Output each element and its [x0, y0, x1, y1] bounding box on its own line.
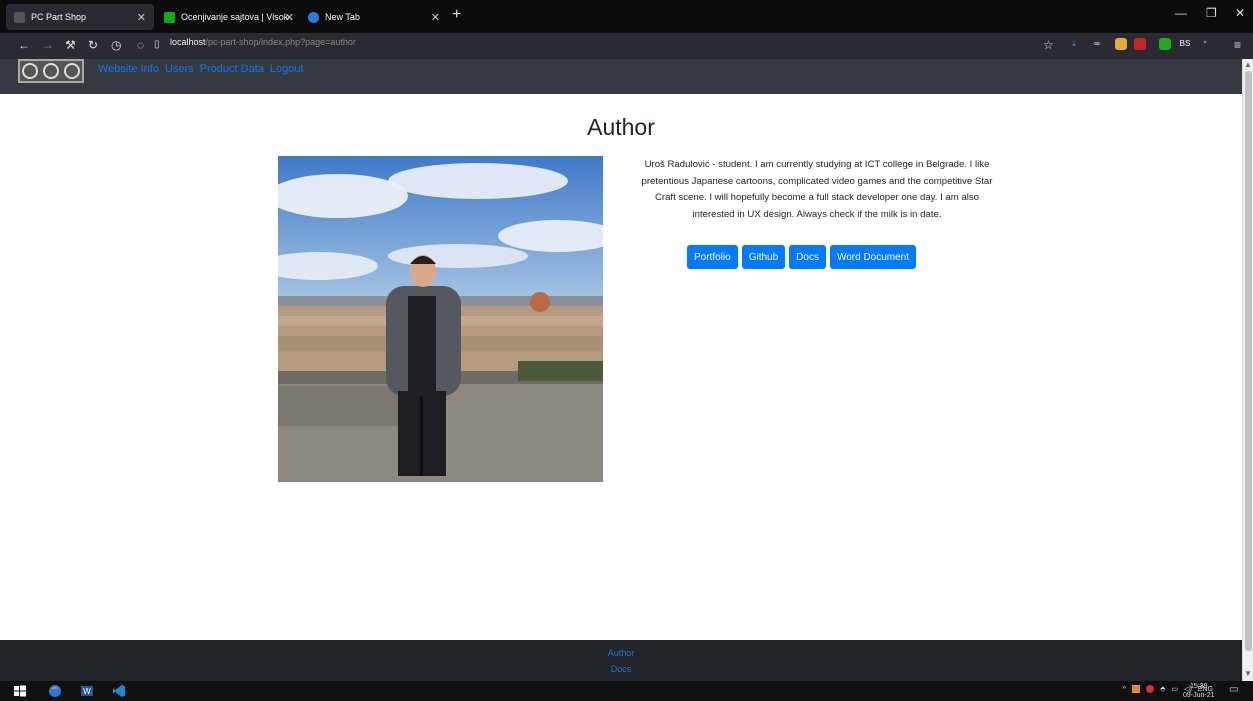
extension-icon[interactable] — [1115, 38, 1127, 50]
close-tab-icon[interactable]: ✕ — [137, 11, 146, 24]
tab-title: PC Part Shop — [31, 12, 87, 22]
page-scrollbar[interactable]: ▲ ▼ — [1242, 59, 1253, 681]
author-links: Portfolio Github Docs Word Document — [687, 245, 917, 269]
minimize-icon[interactable]: — — [1175, 6, 1187, 20]
clock-time: 15:39 — [1190, 683, 1208, 690]
maximize-icon[interactable]: ❐ — [1206, 6, 1217, 20]
page-icon: ▯ — [154, 39, 160, 50]
tab-title: New Tab — [325, 12, 360, 22]
word-taskbar-icon[interactable]: W — [80, 684, 94, 698]
download-icon[interactable]: ⤓ — [1068, 38, 1080, 50]
tab-ocenjivanje[interactable]: Ocenjivanje sajtova | Visoka ICT ✕ — [156, 4, 302, 30]
site-nav-links: Website Info Users Product Data Logout — [98, 63, 304, 75]
word-document-button[interactable]: Word Document — [829, 245, 917, 269]
footer-link-author[interactable]: Author — [0, 645, 1242, 661]
close-window-icon[interactable]: ✕ — [1235, 6, 1245, 20]
footer-link-docs[interactable]: Docs — [0, 661, 1242, 677]
windows-taskbar: W ^ ⬘ ▭ ◁) ENG 15:39 09-Jun-21 ▭ — [0, 681, 1253, 701]
tray-app-icon[interactable] — [1146, 685, 1155, 693]
reload-icon[interactable]: ↻ — [88, 38, 98, 52]
docs-button[interactable]: Docs — [789, 245, 826, 269]
portfolio-button[interactable]: Portfolio — [687, 245, 738, 269]
firefox-icon — [308, 11, 319, 23]
url-host: localhost — [170, 37, 206, 47]
extension-icon[interactable]: ⁺ — [1199, 38, 1211, 50]
extension-icon[interactable]: ∞ — [1091, 38, 1103, 50]
extension-icon[interactable]: BS — [1179, 38, 1191, 50]
browser-tab-bar: PC Part Shop ✕ Ocenjivanje sajtova | Vis… — [0, 0, 1253, 33]
shield-icon[interactable]: ◌ — [137, 38, 144, 52]
new-tab-icon[interactable]: + — [452, 6, 461, 24]
back-icon[interactable]: ← — [18, 38, 30, 52]
page-title: Author — [587, 114, 655, 140]
history-icon[interactable]: ◷ — [111, 38, 121, 52]
notification-icon[interactable]: ▭ — [1229, 684, 1238, 695]
network-icon[interactable]: ▭ — [1171, 685, 1178, 693]
taskbar-clock[interactable]: 15:39 09-Jun-21 — [1183, 682, 1215, 700]
site-favicon-icon — [14, 11, 25, 23]
github-button[interactable]: Github — [741, 245, 786, 269]
site-logo[interactable] — [18, 59, 84, 83]
extension-icon[interactable] — [1134, 38, 1146, 50]
close-tab-icon[interactable]: ✕ — [431, 11, 440, 24]
url-path: /pc-part-shop/index.php?page=author — [205, 37, 356, 47]
menu-icon[interactable]: ≡ — [1234, 38, 1241, 52]
tab-title: Ocenjivanje sajtova | Visoka ICT — [181, 12, 289, 22]
bookmark-star-icon[interactable]: ☆ — [1043, 38, 1054, 52]
dropbox-icon[interactable]: ⬘ — [1160, 685, 1165, 693]
author-photo — [278, 156, 603, 482]
windows-start-icon[interactable] — [13, 684, 27, 698]
nav-link-product-data[interactable]: Product Data — [200, 63, 264, 75]
chevron-up-icon[interactable]: ^ — [1123, 686, 1126, 693]
forward-icon[interactable]: → — [42, 38, 54, 52]
site-footer: Author Docs — [0, 640, 1242, 681]
scroll-up-icon[interactable]: ▲ — [1244, 60, 1252, 69]
nav-link-website-info[interactable]: Website Info — [98, 63, 159, 75]
tools-icon[interactable]: ⚒ — [65, 38, 76, 52]
clock-date: 09-Jun-21 — [1183, 692, 1215, 699]
site-navbar: Website Info Users Product Data Logout — [0, 59, 1242, 94]
nav-link-logout[interactable]: Logout — [270, 63, 304, 75]
tab-pc-part-shop[interactable]: PC Part Shop ✕ — [6, 4, 154, 30]
firefox-taskbar-icon[interactable] — [48, 684, 62, 698]
scroll-thumb[interactable] — [1245, 71, 1252, 651]
browser-toolbar: ← → ⚒ ↻ ◷ ◌ ▯ localhost/pc-part-shop/ind… — [0, 33, 1253, 59]
extension-icon[interactable] — [1159, 38, 1171, 50]
url-bar[interactable]: localhost/pc-part-shop/index.php?page=au… — [170, 37, 356, 47]
tray-app-icon[interactable] — [1132, 685, 1141, 693]
tab-new-tab[interactable]: New Tab ✕ — [300, 4, 448, 30]
author-bio: Uroš Radulović - student. I am currently… — [641, 159, 993, 220]
scroll-down-icon[interactable]: ▼ — [1244, 669, 1252, 678]
vscode-taskbar-icon[interactable] — [112, 684, 126, 698]
svg-text:W: W — [83, 687, 91, 696]
site-favicon-icon — [164, 11, 175, 23]
nav-link-users[interactable]: Users — [165, 63, 194, 75]
close-tab-icon[interactable]: ✕ — [285, 11, 294, 24]
